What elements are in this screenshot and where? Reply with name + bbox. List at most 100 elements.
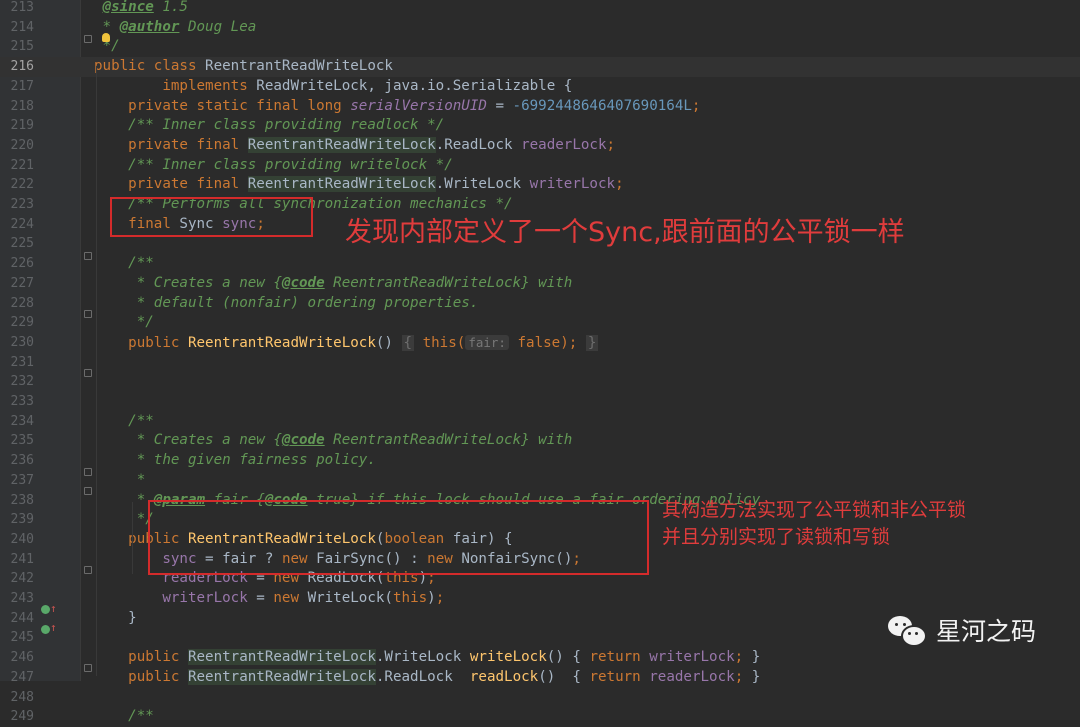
override-arrow-icon: ↑ [50, 621, 57, 634]
code-token: ; [691, 97, 701, 114]
code-text: public ReentrantReadWriteLock.ReadLock r… [94, 668, 760, 688]
fold-toggle[interactable] [84, 566, 92, 574]
code-line[interactable]: 222 private final ReentrantReadWriteLock… [0, 175, 1080, 195]
code-line[interactable]: 230 public ReentrantReadWriteLock() { th… [0, 333, 1080, 353]
code-token: () [375, 334, 402, 351]
code-token: * [94, 471, 146, 488]
override-marker-icon[interactable] [41, 625, 50, 634]
code-token: return [589, 649, 650, 666]
code-editor[interactable]: 213 @since 1.5 214 * @author Doug Lea 215 … [0, 0, 1080, 724]
code-line[interactable]: 234 /** [0, 412, 1080, 432]
fold-toggle[interactable] [84, 664, 92, 672]
code-token: ) [427, 590, 436, 606]
code-token: ; [606, 136, 616, 153]
code-token: * Creates a new [94, 274, 274, 291]
code-line[interactable]: 232 [0, 372, 1080, 392]
fold-toggle[interactable] [84, 310, 92, 318]
code-line[interactable]: 220 private final ReentrantReadWriteLock… [0, 136, 1080, 156]
code-token: public [94, 649, 188, 666]
fold-toggle[interactable] [84, 35, 92, 43]
code-token: -6992448646407690164L [512, 97, 692, 114]
code-token: ReentrantReadWriteLock} with [324, 274, 573, 291]
code-token: false [508, 334, 561, 351]
code-token: () [538, 668, 573, 685]
line-number: 214 [10, 19, 34, 35]
code-text: /** [94, 412, 154, 432]
code-line[interactable]: 237 * [0, 471, 1080, 491]
code-line[interactable]: 218 private static final long serialVers… [0, 97, 1080, 117]
code-line[interactable]: 226 /** [0, 254, 1080, 274]
code-line[interactable]: 213 @since 1.5 [0, 0, 1080, 18]
code-token: */ [94, 314, 154, 331]
line-number: 223 [10, 197, 34, 212]
code-line[interactable]: 235 * Creates a new {@code ReentrantRead… [0, 431, 1080, 451]
code-token: return [589, 668, 650, 685]
line-number: 228 [10, 295, 34, 311]
code-token: ); [560, 334, 578, 351]
code-token: } [751, 668, 761, 685]
line-number: 222 [10, 177, 34, 193]
code-text: * default (nonfair) ordering properties. [94, 294, 479, 314]
code-line[interactable]: 216 public class ReentrantReadWriteLock [0, 57, 1080, 77]
code-token: public [94, 334, 188, 351]
code-token: */ [94, 511, 154, 528]
code-line[interactable]: 217 implements ReadWriteLock, java.io.Se… [0, 77, 1080, 97]
line-number: 238 [10, 492, 34, 508]
code-line[interactable]: 215 */ [0, 37, 1080, 57]
code-token: = [486, 97, 513, 114]
code-text: implements ReadWriteLock, java.io.Serial… [94, 77, 572, 97]
fold-toggle[interactable] [84, 468, 92, 476]
override-marker-icon[interactable] [41, 605, 50, 614]
code-text: public ReentrantReadWriteLock.WriteLock … [94, 648, 760, 668]
code-line[interactable]: 233 [0, 392, 1080, 412]
code-line[interactable]: 219 /** Inner class providing readlock *… [0, 116, 1080, 136]
line-number: 237 [10, 472, 34, 488]
code-line[interactable]: 229 */ [0, 313, 1080, 333]
code-line[interactable]: 248 [0, 688, 1080, 708]
line-number: 218 [10, 98, 34, 114]
code-token: ReentrantReadWriteLock [187, 649, 376, 666]
code-token: { [572, 668, 590, 685]
code-token: ReadWriteLock, java.io.Serializable { [256, 77, 573, 94]
line-number: 224 [10, 216, 34, 232]
code-token: ReentrantReadWriteLock [187, 334, 376, 351]
fold-toggle[interactable] [84, 369, 92, 377]
indent-guide [132, 502, 133, 574]
line-number: 245 [10, 630, 34, 646]
code-line[interactable]: 247 public ReentrantReadWriteLock.ReadLo… [0, 668, 1080, 688]
line-number: 243 [10, 591, 34, 606]
fold-toggle[interactable] [84, 487, 92, 495]
code-line[interactable]: 243 writerLock = new WriteLock(this); [0, 589, 1080, 609]
line-number: 232 [10, 374, 34, 390]
code-token: writerLock [529, 176, 616, 193]
code-line[interactable]: 246 public ReentrantReadWriteLock.WriteL… [0, 648, 1080, 668]
override-arrow-icon: ↑ [50, 602, 57, 615]
code-line[interactable]: 221 /** Inner class providing writelock … [0, 156, 1080, 176]
code-text: private final ReentrantReadWriteLock.Rea… [94, 136, 615, 156]
code-token: * the given fairness policy. [94, 452, 376, 469]
code-token: () [546, 649, 573, 666]
line-number: 235 [10, 433, 34, 449]
code-text: * [94, 471, 146, 491]
line-number: 221 [10, 157, 34, 173]
lightbulb-icon[interactable] [102, 33, 110, 42]
line-number: 227 [10, 275, 34, 291]
code-text: /** Inner class providing readlock */ [94, 116, 444, 136]
code-line[interactable]: 227 * Creates a new {@code ReentrantRead… [0, 274, 1080, 294]
line-number: 247 [10, 669, 34, 685]
constructor-annotation-line2: 并且分别实现了读锁和写锁 [662, 526, 891, 548]
code-token: .ReadLock [435, 136, 522, 153]
code-line[interactable]: 214 * @author Doug Lea [0, 18, 1080, 38]
code-token: readerLock [521, 136, 607, 153]
line-number: 217 [10, 78, 34, 94]
code-line[interactable]: 228 * default (nonfair) ordering propert… [0, 294, 1080, 314]
code-token: readLock [469, 668, 539, 685]
code-token: /** [94, 255, 154, 272]
code-text: * the given fairness policy. [94, 451, 376, 471]
code-line[interactable]: 249 /** [0, 707, 1080, 727]
code-line[interactable]: 236 * the given fairness policy. [0, 451, 1080, 471]
code-token: @code [281, 432, 325, 449]
code-line[interactable]: 231 [0, 353, 1080, 373]
fold-toggle[interactable] [84, 252, 92, 260]
code-token: private final [94, 136, 248, 153]
